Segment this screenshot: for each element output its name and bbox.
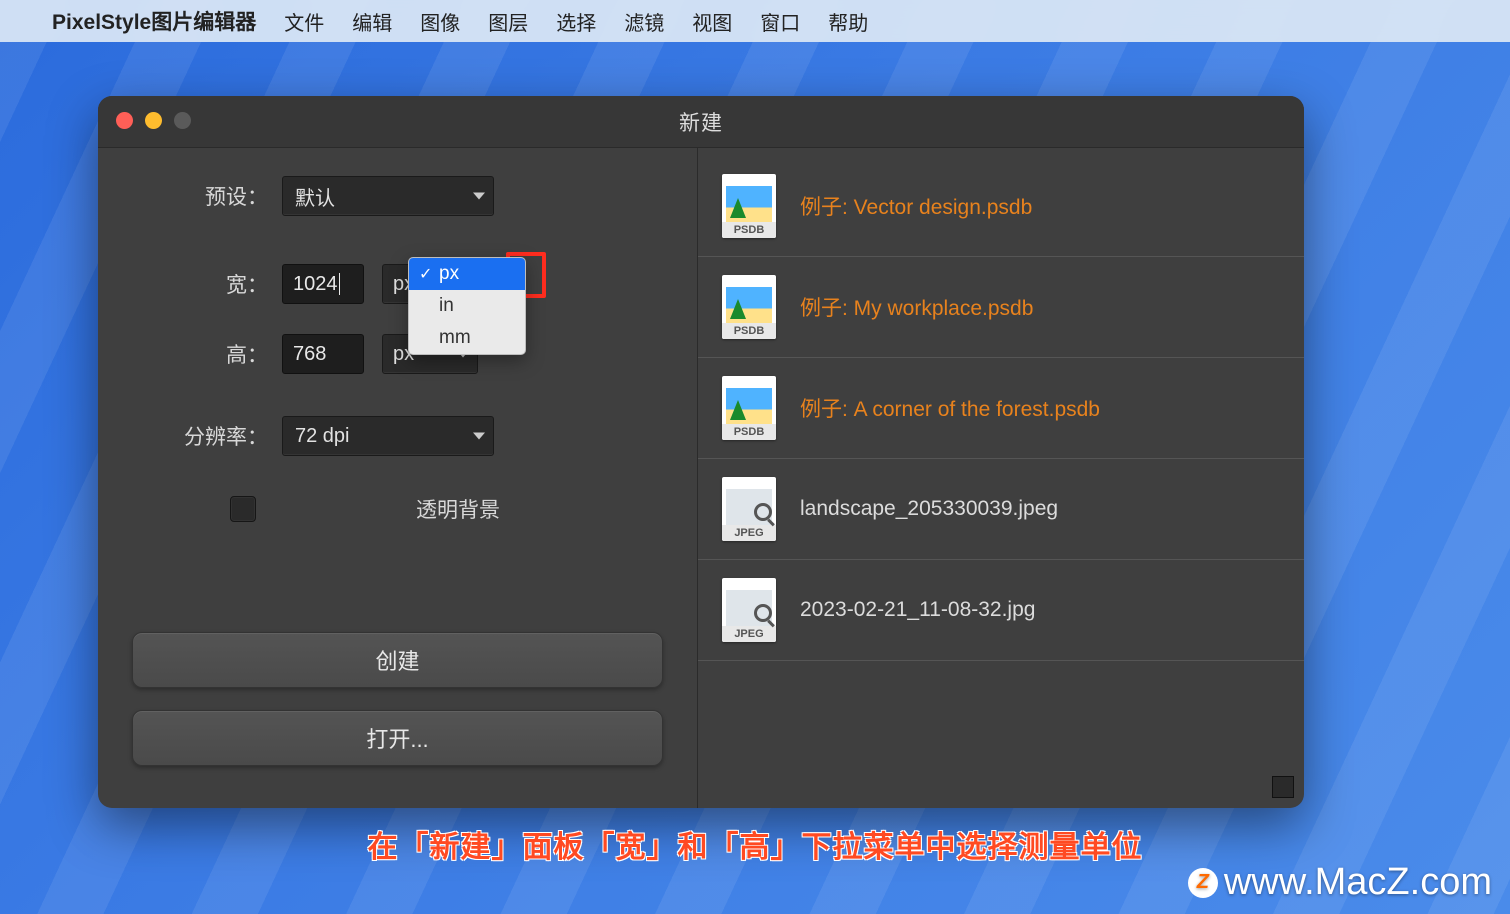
- recent-file-item[interactable]: JPEG 2023-02-21_11-08-32.jpg: [698, 560, 1304, 661]
- preset-select-value: 默认: [295, 182, 335, 211]
- close-window-button[interactable]: [116, 112, 133, 129]
- file-thumbnail: PSDB: [722, 174, 776, 238]
- height-input[interactable]: 768: [282, 334, 364, 374]
- title-bar: 新建: [98, 96, 1304, 148]
- menu-edit[interactable]: 编辑: [352, 7, 392, 36]
- watermark-logo-icon: Z: [1188, 868, 1218, 898]
- menu-select[interactable]: 选择: [556, 7, 596, 36]
- menu-help[interactable]: 帮助: [828, 7, 868, 36]
- menu-bar: PixelStyle图片编辑器 文件 编辑 图像 图层 选择 滤镜 视图 窗口 …: [0, 0, 1510, 42]
- file-thumbnail: JPEG: [722, 477, 776, 541]
- recent-files-panel: PSDB 例子: Vector design.psdb PSDB 例子: My …: [698, 148, 1304, 808]
- tutorial-caption: 在「新建」面板「宽」和「高」下拉菜单中选择测量单位: [368, 822, 1143, 866]
- transparent-bg-label: 透明背景: [416, 494, 514, 524]
- resolution-value: 72 dpi: [295, 425, 350, 448]
- width-unit-menu: px in mm: [408, 257, 526, 355]
- menu-window[interactable]: 窗口: [760, 7, 800, 36]
- menu-layer[interactable]: 图层: [488, 7, 528, 36]
- unit-option-mm[interactable]: mm: [409, 322, 525, 354]
- window-controls: [116, 112, 191, 129]
- file-name: 例子: A corner of the forest.psdb: [800, 393, 1100, 423]
- file-thumbnail: PSDB: [722, 376, 776, 440]
- file-thumbnail: PSDB: [722, 275, 776, 339]
- height-label: 高：: [122, 339, 282, 369]
- menu-image[interactable]: 图像: [420, 7, 460, 36]
- file-thumbnail: JPEG: [722, 578, 776, 642]
- new-settings-panel: 预设： 默认 宽： 1024 px: [98, 148, 698, 808]
- create-button[interactable]: 创建: [132, 632, 663, 688]
- watermark-text: www.MacZ.com: [1224, 861, 1492, 904]
- magnifier-icon: [754, 503, 772, 521]
- file-type-badge: JPEG: [722, 626, 776, 642]
- resolution-select[interactable]: 72 dpi: [282, 416, 494, 456]
- file-type-badge: PSDB: [722, 323, 776, 339]
- app-name-menu[interactable]: PixelStyle图片编辑器: [52, 6, 256, 36]
- menu-file[interactable]: 文件: [284, 7, 324, 36]
- file-type-badge: PSDB: [722, 424, 776, 440]
- menu-view[interactable]: 视图: [692, 7, 732, 36]
- file-name: 例子: Vector design.psdb: [800, 191, 1032, 221]
- width-value: 1024: [293, 273, 338, 296]
- width-input[interactable]: 1024: [282, 264, 364, 304]
- file-type-badge: JPEG: [722, 525, 776, 541]
- unit-option-in[interactable]: in: [409, 290, 525, 322]
- resize-grip[interactable]: [1272, 776, 1294, 798]
- open-button[interactable]: 打开...: [132, 710, 663, 766]
- recent-file-item[interactable]: JPEG landscape_205330039.jpeg: [698, 459, 1304, 560]
- file-name: 2023-02-21_11-08-32.jpg: [800, 598, 1035, 622]
- preset-select[interactable]: 默认: [282, 176, 494, 216]
- file-name: 例子: My workplace.psdb: [800, 292, 1033, 322]
- resolution-label: 分辨率：: [122, 421, 282, 451]
- height-value: 768: [293, 343, 326, 366]
- new-document-dialog: 新建 预设： 默认 宽： 1024: [98, 96, 1304, 808]
- watermark: Z www.MacZ.com: [1188, 861, 1492, 904]
- transparent-bg-checkbox[interactable]: [230, 496, 256, 522]
- minimize-window-button[interactable]: [145, 112, 162, 129]
- file-name: landscape_205330039.jpeg: [800, 497, 1058, 521]
- menu-filter[interactable]: 滤镜: [624, 7, 664, 36]
- preset-label: 预设：: [122, 181, 282, 211]
- unit-option-px[interactable]: px: [409, 258, 525, 290]
- width-label: 宽：: [122, 269, 282, 299]
- recent-file-item[interactable]: PSDB 例子: A corner of the forest.psdb: [698, 358, 1304, 459]
- recent-file-item[interactable]: PSDB 例子: Vector design.psdb: [698, 156, 1304, 257]
- chevron-down-icon: [473, 433, 485, 440]
- magnifier-icon: [754, 604, 772, 622]
- dialog-title: 新建: [679, 107, 723, 137]
- zoom-window-button[interactable]: [174, 112, 191, 129]
- file-type-badge: PSDB: [722, 222, 776, 238]
- recent-file-item[interactable]: PSDB 例子: My workplace.psdb: [698, 257, 1304, 358]
- chevron-down-icon: [473, 193, 485, 200]
